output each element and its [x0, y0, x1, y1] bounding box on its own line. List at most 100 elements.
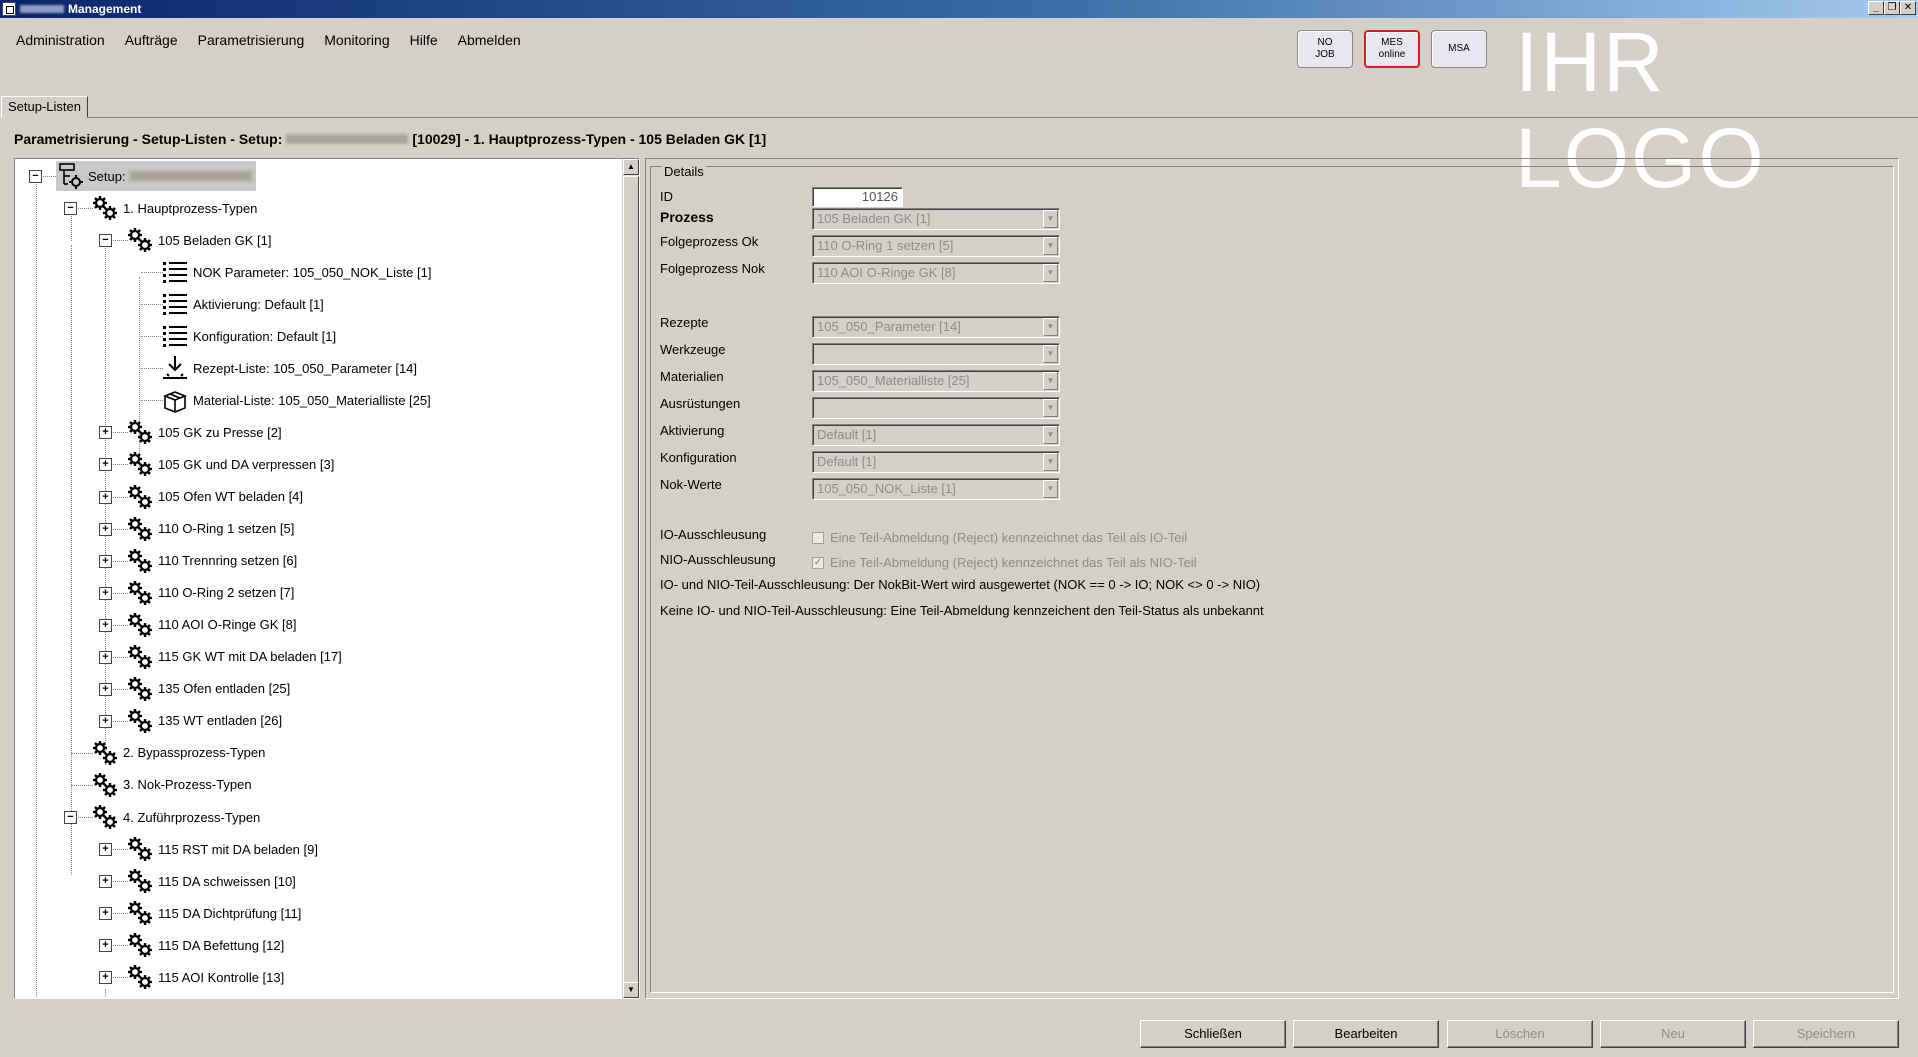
- collapse-icon[interactable]: −: [99, 234, 112, 248]
- nio-ausschleusung-checkbox[interactable]: ✓: [812, 556, 824, 569]
- restore-button[interactable]: ❐: [1884, 1, 1900, 15]
- tree-node[interactable]: 105 Beladen GK [1]: [126, 225, 271, 255]
- expand-icon[interactable]: +: [99, 490, 112, 504]
- expand-icon[interactable]: +: [99, 458, 112, 472]
- expand-icon[interactable]: +: [99, 426, 112, 440]
- nio-ausschleusung-label: NIO-Ausschleusung: [660, 552, 776, 567]
- scroll-up-arrow-icon[interactable]: ▲: [623, 159, 639, 175]
- folgeprozess-nok-select[interactable]: 110 AOI O-Ringe GK [8] ▼: [812, 262, 1060, 284]
- tree-node[interactable]: 115 AOI Kontrolle [13]: [126, 962, 284, 992]
- tree-node[interactable]: NOK Parameter: 105_050_NOK_Liste [1]: [161, 257, 431, 287]
- tree-node[interactable]: 105 Ofen WT beladen [4]: [126, 482, 303, 512]
- tree-node[interactable]: 1. Hauptprozess-Typen: [91, 193, 257, 223]
- expand-icon[interactable]: +: [99, 875, 112, 889]
- tree-node[interactable]: 2. Bypassprozess-Typen: [91, 738, 265, 768]
- tree-node[interactable]: 115 GK WT mit DA beladen [17]: [126, 642, 342, 672]
- collapse-icon[interactable]: −: [64, 202, 77, 216]
- tree-node[interactable]: 115 RST mit DA beladen [9]: [126, 834, 318, 864]
- chevron-down-icon[interactable]: ▼: [1043, 480, 1058, 498]
- ausruestungen-select[interactable]: ▼: [812, 397, 1060, 419]
- expand-icon[interactable]: +: [99, 939, 112, 953]
- speichern-button[interactable]: Speichern: [1753, 1020, 1899, 1048]
- chevron-down-icon[interactable]: ▼: [1043, 264, 1058, 282]
- materialien-select[interactable]: 105_050_Materialliste [25] ▼: [812, 370, 1060, 392]
- menu-monitoring[interactable]: Monitoring: [314, 30, 399, 50]
- chevron-down-icon[interactable]: ▼: [1043, 453, 1058, 471]
- expand-icon[interactable]: +: [99, 907, 112, 921]
- gears-icon: [126, 835, 154, 863]
- expand-icon[interactable]: +: [99, 714, 112, 728]
- tree-node[interactable]: 110 O-Ring 1 setzen [5]: [126, 514, 294, 544]
- tree-node[interactable]: Rezept-Liste: 105_050_Parameter [14]: [161, 353, 417, 383]
- rezepte-select[interactable]: 105_050_Parameter [14] ▼: [812, 316, 1060, 338]
- expand-icon[interactable]: +: [99, 586, 112, 600]
- tab-setup-listen[interactable]: Setup-Listen: [1, 96, 88, 118]
- aktivierung-select[interactable]: Default [1] ▼: [812, 424, 1060, 446]
- tree-node-label: Rezept-Liste: 105_050_Parameter [14]: [193, 360, 418, 376]
- tree-node[interactable]: 110 AOI O-Ringe GK [8]: [126, 610, 297, 640]
- gears-icon: [91, 803, 119, 831]
- tree-node[interactable]: 110 O-Ring 2 setzen [7]: [126, 578, 294, 608]
- no-job-button[interactable]: NO JOB: [1297, 30, 1353, 68]
- tree-guide: [71, 752, 93, 754]
- neu-button[interactable]: Neu: [1600, 1020, 1746, 1048]
- tree-node[interactable]: 115 DA Dichtprüfung [11]: [126, 898, 301, 928]
- chevron-down-icon[interactable]: ▼: [1043, 399, 1058, 417]
- scroll-down-arrow-icon[interactable]: ▼: [623, 982, 639, 998]
- mes-online-button[interactable]: MES online: [1364, 30, 1420, 68]
- tree-node[interactable]: 135 WT entladen [26]: [126, 706, 282, 736]
- tree-node-setup-root[interactable]: Setup:: [56, 161, 256, 191]
- tree-node[interactable]: 105 GK und DA verpressen [3]: [126, 449, 334, 479]
- scroll-thumb[interactable]: [623, 176, 639, 998]
- expand-icon[interactable]: +: [99, 554, 112, 568]
- loeschen-button[interactable]: Löschen: [1447, 1020, 1593, 1048]
- expand-icon[interactable]: +: [99, 618, 112, 632]
- tree-node[interactable]: Konfiguration: Default [1]: [161, 321, 336, 351]
- nok-werte-select[interactable]: 105_050_NOK_Liste [1] ▼: [812, 478, 1060, 500]
- tree-node[interactable]: 4. Zuführprozess-Typen: [91, 802, 260, 832]
- collapse-icon[interactable]: −: [64, 811, 77, 824]
- setup-tree-panel: − Setup: − 1. Hauptprozess-Typen − 105 Belade…: [14, 158, 640, 999]
- io-ausschleusung-checkbox[interactable]: [812, 531, 824, 544]
- menu-parametrisierung[interactable]: Parametrisierung: [188, 30, 315, 50]
- id-field[interactable]: 10126: [812, 187, 903, 207]
- tree-node[interactable]: 115 DA Befettung [12]: [126, 930, 284, 960]
- close-button[interactable]: ✕: [1900, 1, 1916, 15]
- werkzeuge-select[interactable]: ▼: [812, 343, 1060, 365]
- menu-administration[interactable]: Administration: [6, 30, 115, 50]
- collapse-icon[interactable]: −: [29, 170, 42, 183]
- expand-icon[interactable]: +: [99, 971, 112, 985]
- chevron-down-icon[interactable]: ▼: [1043, 237, 1058, 255]
- msa-button[interactable]: MSA: [1431, 30, 1487, 68]
- tree-scrollbar[interactable]: ▲ ▼: [622, 159, 639, 998]
- io-ausschleusung-text: Eine Teil-Abmeldung (Reject) kennzeichne…: [830, 530, 1188, 545]
- tree-node[interactable]: Material-Liste: 105_050_Materialliste [2…: [161, 385, 431, 415]
- chevron-down-icon[interactable]: ▼: [1043, 345, 1058, 363]
- folgeprozess-ok-select[interactable]: 110 O-Ring 1 setzen [5] ▼: [812, 235, 1060, 257]
- tree-node[interactable]: 110 Trennring setzen [6]: [126, 546, 297, 576]
- expand-icon[interactable]: +: [99, 650, 112, 664]
- window-title: Management: [68, 2, 142, 16]
- nio-ausschleusung-checkbox-row[interactable]: ✓ Eine Teil-Abmeldung (Reject) kennzeich…: [812, 555, 1197, 570]
- menu-auftraege[interactable]: Aufträge: [115, 30, 188, 50]
- schliessen-button[interactable]: Schließen: [1140, 1020, 1286, 1048]
- expand-icon[interactable]: +: [99, 843, 112, 857]
- expand-icon[interactable]: +: [99, 522, 112, 536]
- prozess-select[interactable]: 105 Beladen GK [1] ▼: [812, 208, 1060, 230]
- io-ausschleusung-checkbox-row[interactable]: Eine Teil-Abmeldung (Reject) kennzeichne…: [812, 530, 1187, 545]
- chevron-down-icon[interactable]: ▼: [1043, 372, 1058, 390]
- tree-node[interactable]: 115 DA schweissen [10]: [126, 866, 296, 896]
- minimize-button[interactable]: _: [1868, 1, 1884, 15]
- tree-node[interactable]: 135 Ofen entladen [25]: [126, 674, 290, 704]
- bearbeiten-button[interactable]: Bearbeiten: [1293, 1020, 1439, 1048]
- chevron-down-icon[interactable]: ▼: [1043, 318, 1058, 336]
- tree-node[interactable]: 3. Nok-Prozess-Typen: [91, 770, 252, 800]
- chevron-down-icon[interactable]: ▼: [1043, 210, 1058, 228]
- tree-node[interactable]: 105 GK zu Presse [2]: [126, 417, 282, 447]
- chevron-down-icon[interactable]: ▼: [1043, 426, 1058, 444]
- expand-icon[interactable]: +: [99, 682, 112, 696]
- tree-node[interactable]: Aktivierung: Default [1]: [161, 289, 324, 319]
- konfiguration-select[interactable]: Default [1] ▼: [812, 451, 1060, 473]
- menu-hilfe[interactable]: Hilfe: [400, 30, 448, 50]
- menu-abmelden[interactable]: Abmelden: [448, 30, 531, 50]
